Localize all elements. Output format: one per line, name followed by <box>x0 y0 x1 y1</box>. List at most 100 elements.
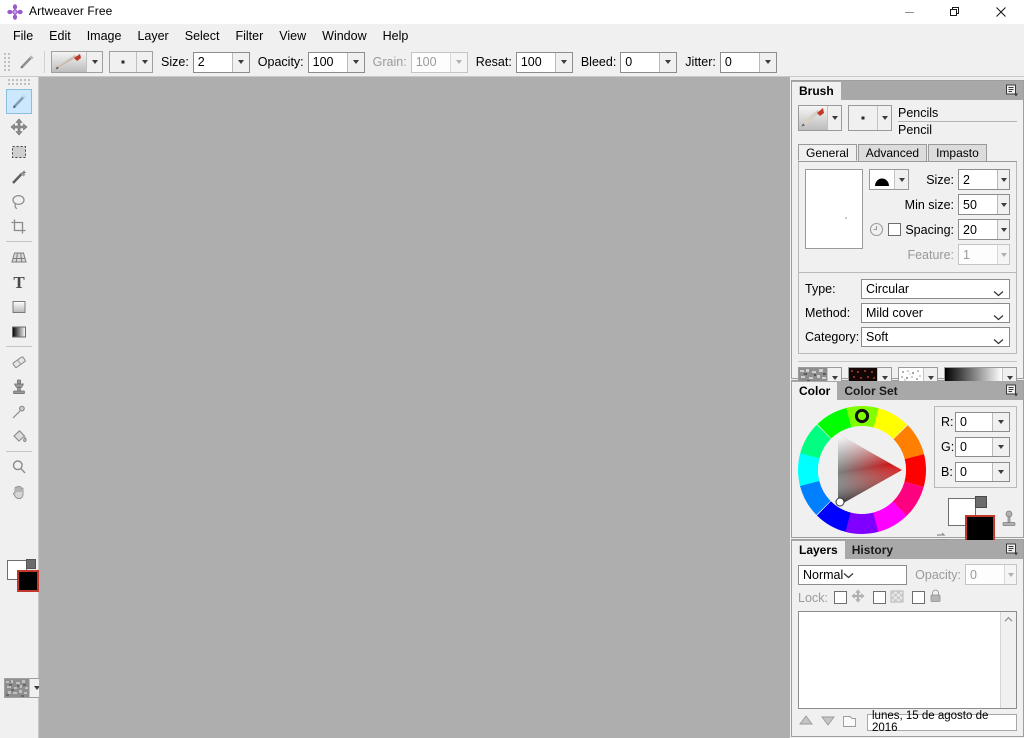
clone-color-icon[interactable] <box>1001 510 1017 531</box>
lock-position-checkbox[interactable] <box>833 591 847 604</box>
chevron-down-icon[interactable] <box>843 568 854 582</box>
color-wheel[interactable] <box>798 406 926 534</box>
chevron-down-icon[interactable] <box>758 52 776 72</box>
menu-image[interactable]: Image <box>79 26 130 46</box>
eraser-tool[interactable] <box>6 349 32 374</box>
menu-filter[interactable]: Filter <box>227 26 271 46</box>
spacing-input[interactable]: 20 <box>958 219 1010 240</box>
menu-select[interactable]: Select <box>177 26 228 46</box>
scroll-up-icon[interactable] <box>1001 612 1016 627</box>
brush-tip-dropdown[interactable] <box>848 105 892 131</box>
lock-all-checkbox[interactable] <box>911 591 925 604</box>
chevron-down-icon[interactable] <box>659 52 677 72</box>
canvas-workspace[interactable] <box>39 77 790 738</box>
default-colors-icon[interactable] <box>26 559 36 569</box>
tab-impasto[interactable]: Impasto <box>928 144 987 161</box>
chevron-down-icon[interactable] <box>993 334 1004 348</box>
menu-help[interactable]: Help <box>375 26 417 46</box>
new-layer-icon[interactable] <box>842 714 857 731</box>
tab-layers[interactable]: Layers <box>792 541 845 559</box>
chevron-down-icon[interactable] <box>136 52 152 72</box>
maximize-button[interactable] <box>932 0 978 24</box>
menu-window[interactable]: Window <box>314 26 374 46</box>
chevron-down-icon[interactable] <box>86 52 102 72</box>
panel-menu-icon[interactable] <box>1004 542 1020 557</box>
magic-wand-tool[interactable] <box>6 164 32 189</box>
brush-size-input[interactable]: 2 <box>958 169 1010 190</box>
menu-file[interactable]: File <box>5 26 41 46</box>
opacity-input[interactable]: 100 <box>307 51 365 73</box>
category-select[interactable]: Soft <box>861 327 1010 347</box>
gradient-tool[interactable] <box>6 319 32 344</box>
brush-variant-dropdown[interactable] <box>798 105 842 131</box>
tab-advanced[interactable]: Advanced <box>857 144 928 161</box>
chevron-down-icon[interactable] <box>827 106 841 130</box>
layer-opacity-value: 0 <box>970 567 977 582</box>
chevron-down-icon[interactable] <box>993 310 1004 324</box>
menu-view[interactable]: View <box>271 26 314 46</box>
chevron-down-icon[interactable] <box>992 413 1009 431</box>
blend-mode-select[interactable]: Normal <box>798 564 908 585</box>
rectangle-select-tool[interactable] <box>6 139 32 164</box>
panel-menu-icon[interactable] <box>1004 83 1020 98</box>
close-button[interactable] <box>978 0 1024 24</box>
chevron-down-icon[interactable] <box>877 106 891 130</box>
red-input[interactable]: 0 <box>955 412 1010 432</box>
green-input[interactable]: 0 <box>955 437 1010 457</box>
lasso-tool[interactable] <box>6 189 32 214</box>
blue-input[interactable]: 0 <box>955 462 1010 482</box>
menu-layer[interactable]: Layer <box>129 26 176 46</box>
chevron-down-icon[interactable] <box>992 463 1009 481</box>
jitter-input[interactable]: 0 <box>719 51 777 73</box>
paint-bucket-tool[interactable] <box>6 424 32 449</box>
size-input[interactable]: 2 <box>192 51 250 73</box>
arrow-down-icon[interactable] <box>820 714 836 730</box>
text-tool[interactable]: T <box>6 269 32 294</box>
chevron-down-icon[interactable] <box>554 52 572 72</box>
minimize-button[interactable] <box>886 0 932 24</box>
chevron-down-icon[interactable] <box>993 286 1004 300</box>
bleed-input[interactable]: 0 <box>620 51 678 73</box>
method-select[interactable]: Mild cover <box>861 303 1010 323</box>
arrow-up-icon[interactable] <box>798 714 814 730</box>
tab-brush[interactable]: Brush <box>792 82 841 100</box>
toolbar-drag-grip[interactable] <box>3 51 12 73</box>
spacing-checkbox[interactable] <box>888 223 902 236</box>
move-tool[interactable] <box>6 114 32 139</box>
zoom-tool[interactable] <box>6 454 32 479</box>
chevron-down-icon[interactable] <box>992 438 1009 456</box>
type-select[interactable]: Circular <box>861 279 1010 299</box>
eyedropper-tool[interactable] <box>6 399 32 424</box>
default-colors-icon[interactable] <box>975 496 987 508</box>
brush-preview-dropdown[interactable] <box>51 51 103 73</box>
chevron-down-icon[interactable] <box>997 220 1009 239</box>
min-size-input[interactable]: 50 <box>958 194 1010 215</box>
tab-general[interactable]: General <box>798 144 857 161</box>
chevron-down-icon[interactable] <box>997 195 1009 214</box>
texture-dropdown[interactable] <box>4 678 44 698</box>
menu-edit[interactable]: Edit <box>41 26 79 46</box>
chevron-down-icon[interactable] <box>997 170 1009 189</box>
lock-pixels-checkbox[interactable] <box>872 591 886 604</box>
background-color-swatch[interactable] <box>17 570 39 592</box>
crop-tool[interactable] <box>6 214 32 239</box>
chevron-down-icon[interactable] <box>346 52 364 72</box>
brush-tip-dropdown[interactable] <box>109 51 153 73</box>
brush-shape-dropdown[interactable] <box>869 169 910 190</box>
clone-stamp-tool[interactable] <box>6 374 32 399</box>
chevron-down-icon[interactable] <box>231 52 249 72</box>
resat-input[interactable]: 100 <box>515 51 573 73</box>
layer-list-scrollbar[interactable] <box>1000 612 1016 708</box>
brush-tool[interactable] <box>6 89 32 114</box>
hand-tool[interactable] <box>6 479 32 504</box>
tab-color[interactable]: Color <box>792 382 838 400</box>
shape-tool[interactable] <box>6 294 32 319</box>
panel-menu-icon[interactable] <box>1004 383 1020 398</box>
layer-list[interactable] <box>798 611 1017 709</box>
chevron-down-icon[interactable] <box>894 170 909 189</box>
tools-drag-grip[interactable] <box>8 79 30 87</box>
tab-color-set[interactable]: Color Set <box>837 382 905 400</box>
tab-history[interactable]: History <box>844 541 901 559</box>
perspective-tool[interactable] <box>6 244 32 269</box>
brush-tip-preview <box>110 52 136 72</box>
